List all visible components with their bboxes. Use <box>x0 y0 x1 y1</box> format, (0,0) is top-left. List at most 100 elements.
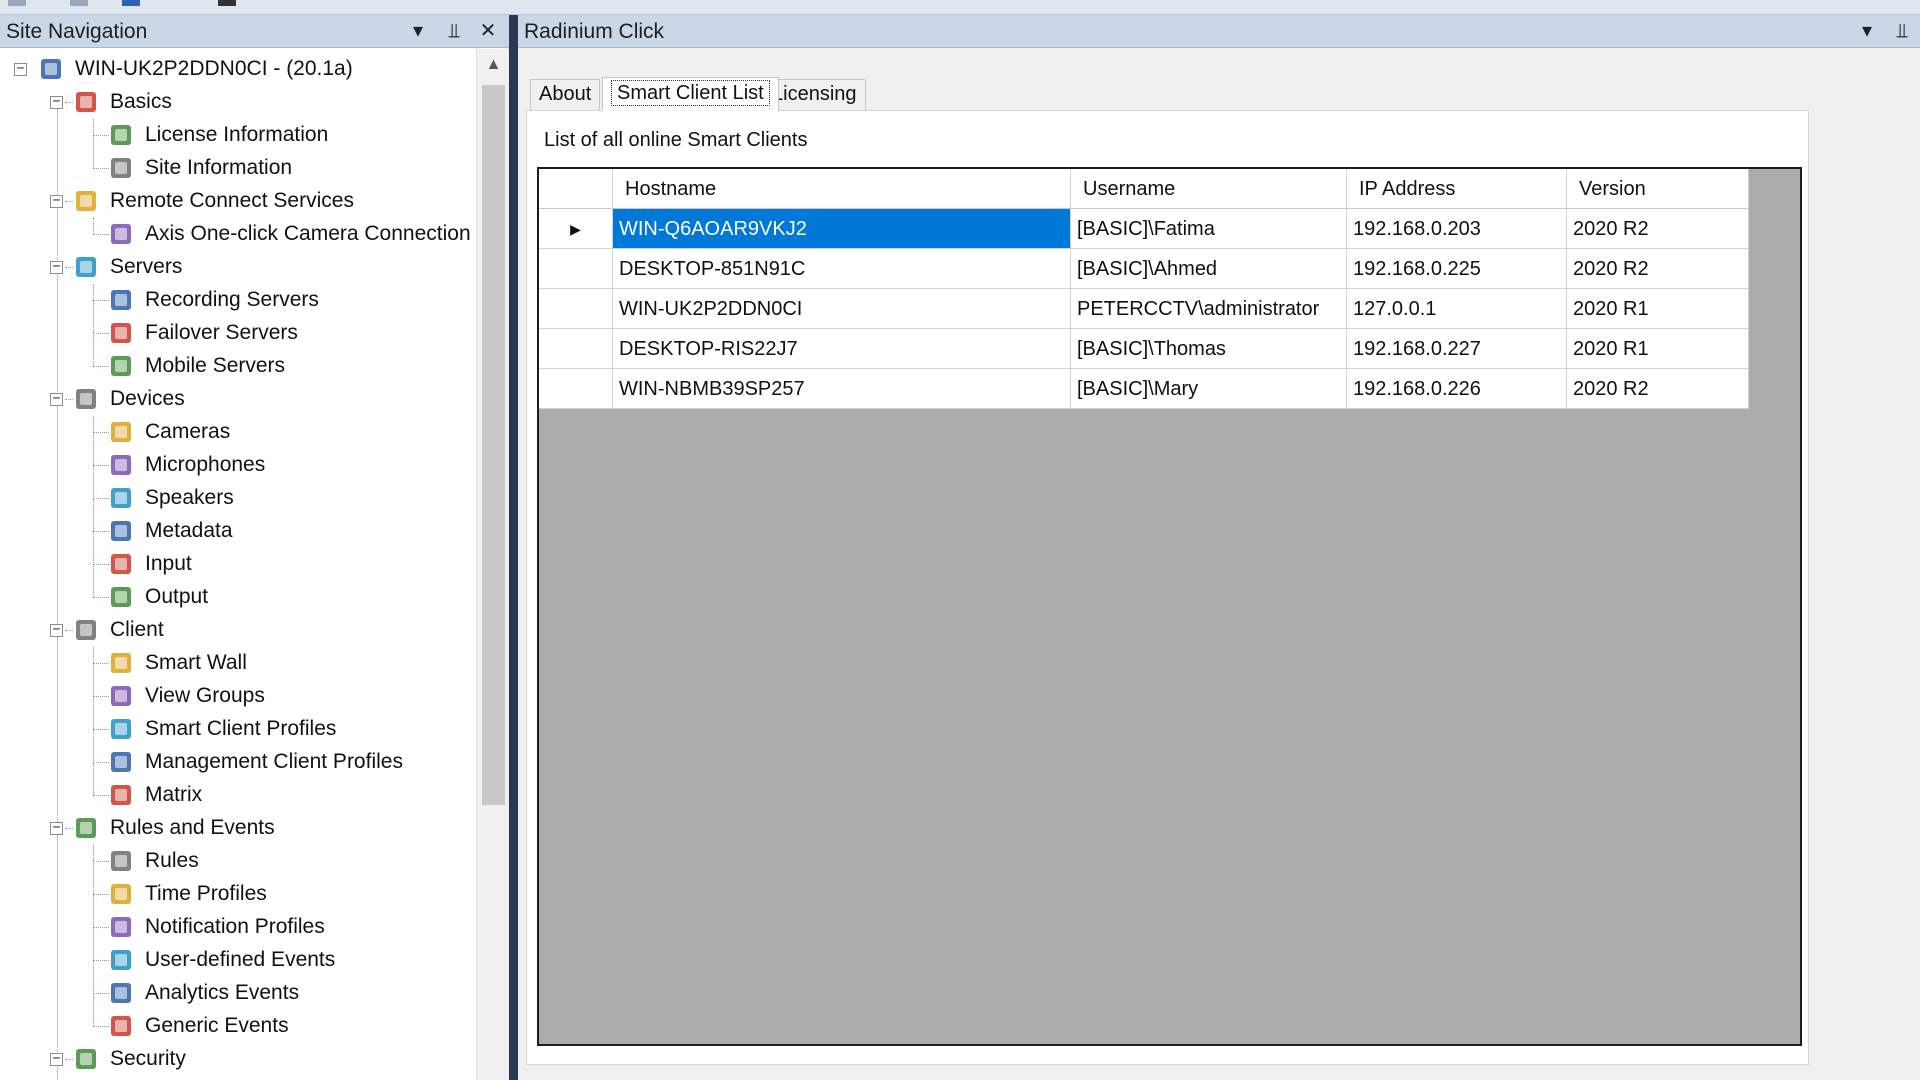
collapse-toggle-icon[interactable]: − <box>50 392 63 406</box>
table-cell[interactable]: DESKTOP-851N91C <box>613 249 1071 289</box>
tab-smart-client-list[interactable]: Smart Client List <box>602 77 779 111</box>
pane-dropdown-icon[interactable]: ▾ <box>406 15 430 48</box>
table-cell[interactable]: [BASIC]\Ahmed <box>1071 249 1347 289</box>
table-cell[interactable]: 2020 R1 <box>1567 289 1749 329</box>
toolbar-button-icon[interactable] <box>122 0 140 6</box>
pin-icon[interactable]: ⫫ <box>442 15 466 48</box>
tree-node[interactable]: Speakers <box>0 482 476 514</box>
table-cell[interactable]: 192.168.0.227 <box>1347 329 1567 369</box>
tree-guide-line <box>93 366 109 367</box>
tree-node[interactable]: Input <box>0 548 476 580</box>
scroll-up-icon[interactable]: ▲ <box>477 49 510 81</box>
tree-node[interactable]: − Client <box>0 614 476 646</box>
camera-icon <box>108 419 134 445</box>
tree-node[interactable]: Recording Servers <box>0 284 476 316</box>
tree-node[interactable]: Failover Servers <box>0 317 476 349</box>
column-header[interactable]: Username <box>1071 169 1347 209</box>
tree-node[interactable]: Matrix <box>0 779 476 811</box>
tree-node[interactable]: Smart Client Profiles <box>0 713 476 745</box>
table-cell[interactable]: [BASIC]\Mary <box>1071 369 1347 409</box>
toolbar-button-icon[interactable] <box>218 0 236 6</box>
tree-node[interactable]: Analytics Events <box>0 977 476 1009</box>
tree-guide-line <box>93 795 109 796</box>
servers-icon <box>73 254 99 280</box>
column-header[interactable]: Hostname <box>613 169 1071 209</box>
collapse-toggle-icon[interactable]: − <box>50 95 63 109</box>
collapse-toggle-icon[interactable]: − <box>50 260 63 274</box>
folder-icon <box>108 683 134 709</box>
toolbar-button-icon[interactable] <box>70 0 88 6</box>
column-header[interactable]: Version <box>1567 169 1749 209</box>
tree-node[interactable]: − Basics <box>0 86 476 118</box>
table-cell[interactable]: 2020 R1 <box>1567 329 1749 369</box>
grid-corner-cell <box>539 169 613 209</box>
tree-node[interactable]: Time Profiles <box>0 878 476 910</box>
tree-node[interactable]: Output <box>0 581 476 613</box>
tree-node[interactable]: Management Client Profiles <box>0 746 476 778</box>
toolbar-button-icon[interactable] <box>8 0 26 6</box>
tree-node[interactable]: License Information <box>0 119 476 151</box>
row-header[interactable] <box>539 289 613 329</box>
tree-node[interactable]: View Groups <box>0 680 476 712</box>
table-row[interactable]: WIN-NBMB39SP257 [BASIC]\Mary 192.168.0.226… <box>539 369 1749 409</box>
tree-node[interactable]: − Rules and Events <box>0 812 476 844</box>
mobile-server-icon <box>108 353 134 379</box>
table-cell[interactable]: 2020 R2 <box>1567 369 1749 409</box>
tree-node[interactable]: Generic Events <box>0 1010 476 1042</box>
scrollbar-thumb[interactable] <box>482 85 505 805</box>
table-cell[interactable]: 2020 R2 <box>1567 249 1749 289</box>
tree-node[interactable]: − WIN-UK2P2DDN0CI - (20.1a) <box>0 53 476 85</box>
table-row[interactable]: DESKTOP-851N91C [BASIC]\Ahmed 192.168.0.22… <box>539 249 1749 289</box>
tree-node[interactable]: − Remote Connect Services <box>0 185 476 217</box>
collapse-toggle-icon[interactable]: − <box>50 1052 63 1066</box>
table-row[interactable]: DESKTOP-RIS22J7 [BASIC]\Thomas 192.168.0.2… <box>539 329 1749 369</box>
table-cell[interactable]: 192.168.0.226 <box>1347 369 1567 409</box>
table-row[interactable]: WIN-UK2P2DDN0CI PETERCCTV\administrator 12… <box>539 289 1749 329</box>
tree-node[interactable]: Rules <box>0 845 476 877</box>
collapse-toggle-icon[interactable]: − <box>50 194 63 208</box>
tree-guide-line <box>93 300 109 301</box>
failover-server-icon <box>108 320 134 346</box>
table-cell[interactable]: WIN-UK2P2DDN0CI <box>613 289 1071 329</box>
pane-dropdown-icon[interactable]: ▾ <box>1855 15 1879 48</box>
collapse-toggle-icon[interactable]: − <box>14 62 27 76</box>
pane-splitter[interactable] <box>509 15 518 1080</box>
table-cell[interactable]: WIN-NBMB39SP257 <box>613 369 1071 409</box>
table-cell[interactable]: [BASIC]\Thomas <box>1071 329 1347 369</box>
tree-node[interactable]: − Servers <box>0 251 476 283</box>
tree-guide-line <box>93 234 109 235</box>
table-cell[interactable]: DESKTOP-RIS22J7 <box>613 329 1071 369</box>
tree-node[interactable]: Metadata <box>0 515 476 547</box>
table-cell[interactable]: 192.168.0.225 <box>1347 249 1567 289</box>
tree-node[interactable]: Microphones <box>0 449 476 481</box>
row-header[interactable] <box>539 249 613 289</box>
current-row-marker-icon[interactable]: ▶ <box>539 209 613 249</box>
row-header[interactable] <box>539 329 613 369</box>
table-cell[interactable]: 192.168.0.203 <box>1347 209 1567 249</box>
pin-icon[interactable]: ⫫ <box>1890 15 1914 48</box>
collapse-toggle-icon[interactable]: − <box>50 821 63 835</box>
tree-node[interactable]: Axis One-click Camera Connection <box>0 218 476 250</box>
tree-node[interactable]: Cameras <box>0 416 476 448</box>
close-icon[interactable]: ✕ <box>476 15 500 48</box>
tree-node[interactable]: Smart Wall <box>0 647 476 679</box>
tree-node[interactable]: − Devices <box>0 383 476 415</box>
table-cell[interactable]: [BASIC]\Fatima <box>1071 209 1347 249</box>
column-header[interactable]: IP Address <box>1347 169 1567 209</box>
tree-node[interactable]: Site Information <box>0 152 476 184</box>
tree-node[interactable]: Mobile Servers <box>0 350 476 382</box>
table-row[interactable]: ▶ WIN-Q6AOAR9VKJ2 [BASIC]\Fatima 192.168.0.… <box>539 209 1749 249</box>
tree-scrollbar[interactable]: ▲ <box>476 49 509 1080</box>
tree-node[interactable]: − Security <box>0 1043 476 1075</box>
row-header[interactable] <box>539 369 613 409</box>
tab-about[interactable]: About <box>530 79 601 110</box>
table-cell[interactable]: WIN-Q6AOAR9VKJ2 <box>613 209 1071 249</box>
tree-node-label: Rules and Events <box>110 816 275 839</box>
smart-client-grid[interactable]: Hostname Username IP Address Version ▶ WIN-Q6… <box>537 167 1802 1046</box>
collapse-toggle-icon[interactable]: − <box>50 623 63 637</box>
table-cell[interactable]: PETERCCTV\administrator <box>1071 289 1347 329</box>
tree-node[interactable]: Notification Profiles <box>0 911 476 943</box>
table-cell[interactable]: 2020 R2 <box>1567 209 1749 249</box>
tree-node[interactable]: User-defined Events <box>0 944 476 976</box>
table-cell[interactable]: 127.0.0.1 <box>1347 289 1567 329</box>
